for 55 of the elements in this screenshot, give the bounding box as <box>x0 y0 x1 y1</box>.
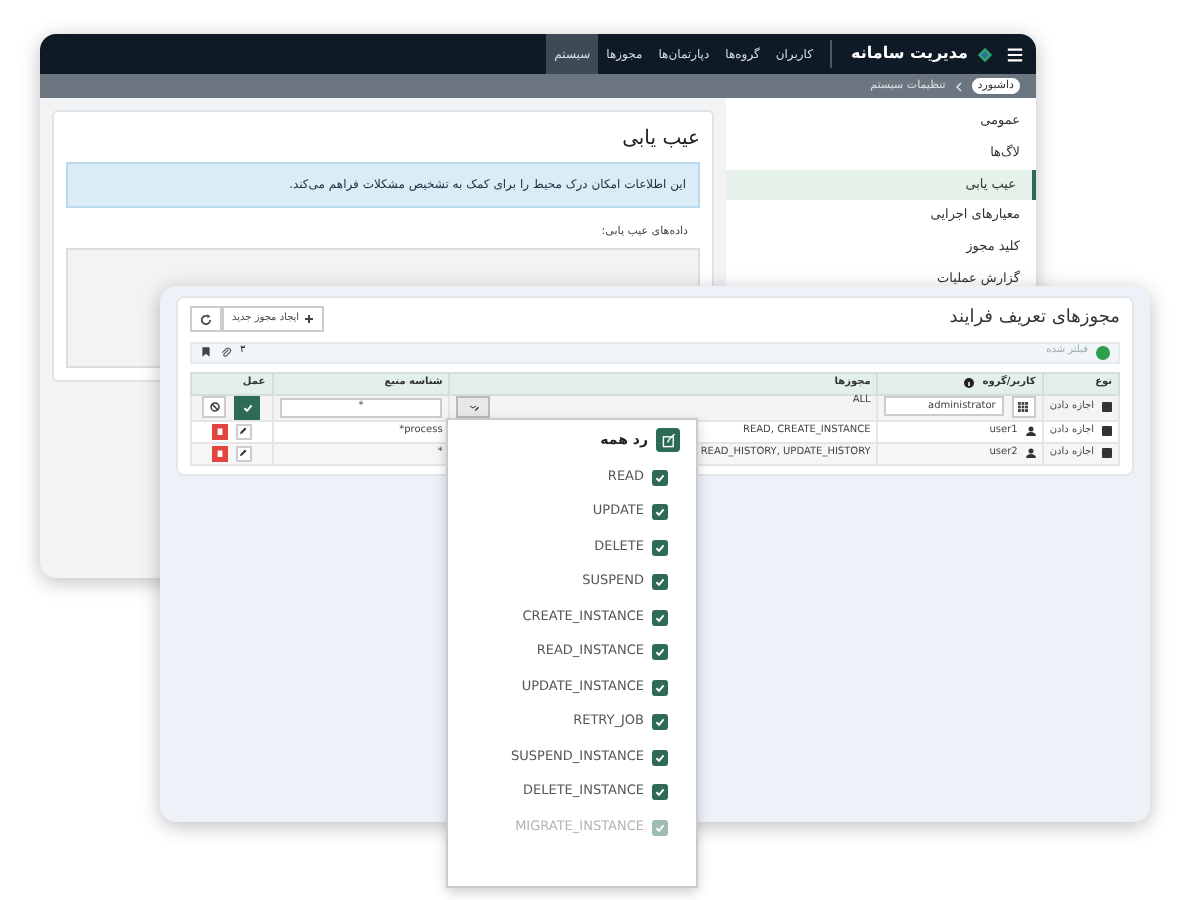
check-icon <box>241 401 254 413</box>
checkbox[interactable] <box>652 609 668 626</box>
bookmark-icon <box>200 346 212 358</box>
refresh-icon <box>200 313 212 326</box>
checkbox[interactable] <box>652 679 668 696</box>
check-icon <box>654 716 666 729</box>
edit-button[interactable] <box>235 423 252 439</box>
check-icon <box>654 471 666 484</box>
page-title: عیب یابی <box>620 126 700 154</box>
paperclip-icon <box>220 346 232 358</box>
plus-icon <box>303 314 314 325</box>
info-icon <box>964 378 975 388</box>
user-icon <box>1025 448 1036 458</box>
check-icon <box>654 541 666 554</box>
checkbox[interactable] <box>652 504 668 521</box>
checkbox[interactable] <box>652 784 668 801</box>
check-icon <box>654 681 666 694</box>
ban-icon <box>209 401 220 411</box>
square-icon <box>1102 426 1112 436</box>
trash-icon <box>215 448 224 458</box>
check-icon <box>654 576 666 589</box>
cancel-button[interactable] <box>202 395 227 417</box>
diamond-logo-icon <box>976 45 994 63</box>
chevron-icon <box>953 81 964 91</box>
refresh-button[interactable] <box>190 306 222 333</box>
check-icon <box>654 751 666 764</box>
pencil-icon <box>238 426 249 436</box>
edit-button[interactable] <box>235 445 252 461</box>
edit-square-icon <box>661 433 675 447</box>
check-icon <box>654 821 666 834</box>
checkbox[interactable] <box>652 539 668 556</box>
checkbox[interactable] <box>652 749 668 766</box>
pencil-icon <box>238 448 249 458</box>
square-icon <box>1102 402 1112 412</box>
user-picker-button[interactable] <box>1011 396 1036 418</box>
save-button[interactable] <box>234 395 261 419</box>
trash-icon <box>215 426 224 436</box>
pencil-caret-icon <box>465 402 482 412</box>
user-icon <box>1025 426 1036 436</box>
deselect-all-button[interactable] <box>656 428 680 452</box>
checkbox[interactable] <box>652 574 668 591</box>
grid-icon <box>1018 402 1029 412</box>
checkbox[interactable] <box>652 819 668 836</box>
checkbox[interactable] <box>652 644 668 661</box>
checkbox[interactable] <box>652 714 668 731</box>
menu-icon <box>1006 45 1024 63</box>
brand-title: مدیریت سامانه <box>851 42 968 66</box>
status-dot <box>1096 345 1110 359</box>
check-icon <box>654 611 666 624</box>
window-title: مجوزهای تعریف فرایند <box>949 306 1120 332</box>
checkbox[interactable] <box>652 469 668 486</box>
square-icon <box>1102 448 1112 458</box>
check-icon <box>654 506 666 519</box>
check-icon <box>654 646 666 659</box>
check-icon <box>654 786 666 799</box>
